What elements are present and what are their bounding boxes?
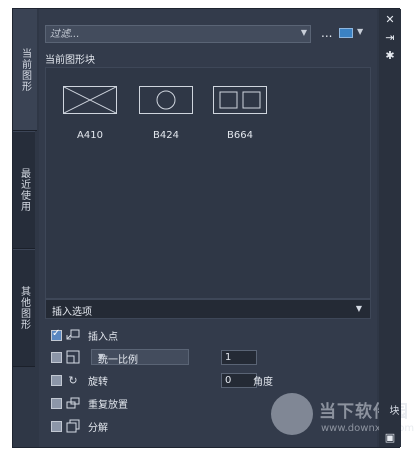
rotate-icon: ↻	[68, 373, 78, 387]
scale-icon	[66, 350, 80, 364]
filter-input[interactable]	[46, 26, 294, 42]
rect-with-circle-icon	[139, 86, 193, 114]
chevron-down-icon[interactable]: ▼	[357, 27, 363, 36]
repeat-checkbox[interactable]	[51, 397, 62, 409]
palette-tabs: 当前图形 最近使用 其他图形	[13, 9, 37, 447]
palette-title: 块	[387, 405, 398, 415]
rect-with-two-squares-icon	[213, 86, 267, 114]
angle-label: 角度	[253, 377, 273, 388]
chevron-down-icon[interactable]: ▼	[98, 352, 184, 361]
rotation-angle-input[interactable]	[221, 373, 257, 388]
chevron-down-icon[interactable]: ▼	[356, 304, 362, 313]
tab-label: 当前图形	[19, 48, 31, 92]
rect-with-cross-icon	[63, 86, 117, 114]
tab-recent[interactable]: 最近使用	[13, 131, 35, 249]
block-item[interactable]: A410	[62, 86, 118, 141]
rotation-label: 旋转	[88, 376, 108, 388]
block-label: B664	[227, 130, 253, 141]
option-scale	[51, 349, 80, 365]
block-item[interactable]: B424	[138, 86, 194, 141]
scale-mode-select[interactable]: 统一比例 ▼	[91, 349, 189, 366]
palette-menu-icon[interactable]: ▣	[383, 431, 397, 445]
tab-current-drawing[interactable]: 当前图形	[13, 9, 37, 131]
blocks-palette: 当前图形 最近使用 其他图形 ▼ ... ▼ 当前图形块	[12, 8, 414, 448]
scale-checkbox[interactable]	[51, 351, 62, 363]
option-explode: 分解	[51, 418, 108, 434]
insert-options-title: 插入选项	[52, 307, 92, 318]
palette-content: ▼ ... ▼ 当前图形块 A410	[39, 9, 414, 447]
tab-label: 最近使用	[18, 168, 30, 212]
repeat-placement-icon	[66, 396, 80, 410]
explode-checkbox[interactable]	[51, 420, 62, 432]
option-rotation: ↻ 旋转	[51, 372, 108, 388]
insertion-point-checkbox[interactable]	[51, 328, 62, 341]
rotation-checkbox[interactable]	[51, 374, 62, 386]
tab-other-drawings[interactable]: 其他图形	[13, 249, 35, 367]
explode-icon	[66, 419, 80, 433]
block-label: B424	[153, 130, 179, 141]
browse-button[interactable]: ...	[321, 26, 332, 40]
close-icon[interactable]: ✕	[383, 13, 397, 27]
repeat-label: 重复放置	[88, 399, 128, 411]
block-gallery: A410 B424 B664	[45, 67, 371, 299]
palette-titlebar: ✕ ⇥ ✱ 块 ▣	[379, 9, 401, 447]
section-title: 当前图形块	[45, 55, 95, 66]
thumbnail-view-icon[interactable]	[339, 28, 353, 38]
filter-combobox[interactable]: ▼	[45, 25, 311, 43]
watermark-logo-icon	[271, 393, 313, 435]
block-label: A410	[77, 130, 103, 141]
chevron-down-icon[interactable]: ▼	[301, 28, 307, 37]
option-repeat: 重复放置	[51, 395, 128, 411]
explode-label: 分解	[88, 422, 108, 434]
gear-icon[interactable]: ✱	[383, 49, 397, 63]
auto-hide-icon[interactable]: ⇥	[383, 31, 397, 45]
insert-options-header[interactable]: 插入选项 ▼	[45, 299, 371, 319]
scale-value-input[interactable]	[221, 350, 257, 365]
filter-row: ▼ ... ▼	[45, 25, 371, 43]
option-insertion-point: 插入点	[51, 327, 118, 343]
block-item[interactable]: B664	[212, 86, 268, 141]
insertion-point-icon	[66, 328, 80, 342]
insertion-point-label: 插入点	[88, 331, 118, 343]
tab-label: 其他图形	[18, 286, 30, 330]
